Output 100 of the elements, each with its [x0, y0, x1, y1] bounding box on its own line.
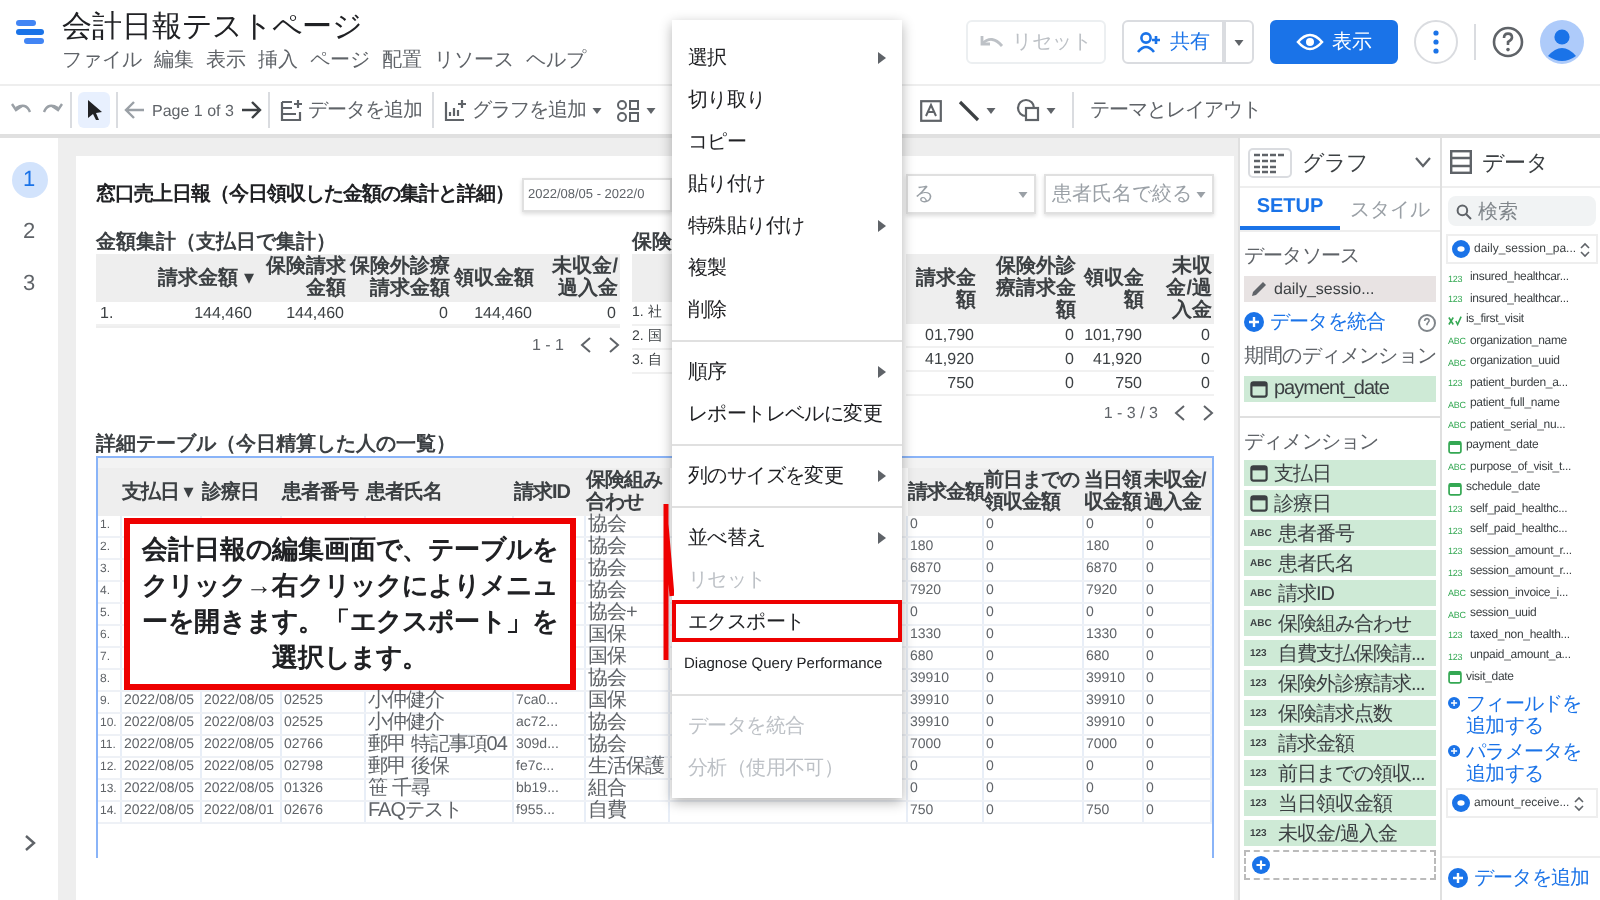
page-thumbnail[interactable]: 3: [11, 266, 47, 302]
column-header[interactable]: 請求金額: [908, 468, 984, 516]
panel-tab[interactable]: SETUP: [1240, 188, 1340, 230]
table-cell: 笹 千尋: [366, 780, 514, 800]
menu-item[interactable]: 複製: [672, 246, 902, 288]
menu-item[interactable]: 挿入: [258, 46, 298, 74]
column-header[interactable]: 保険外診療請求金額: [978, 254, 1078, 324]
menu-item[interactable]: ファイル: [62, 46, 142, 74]
dimension-chip[interactable]: 支払日: [1244, 460, 1436, 486]
menu-item[interactable]: 削除: [672, 288, 902, 330]
menu-item[interactable]: 切り取り: [672, 78, 902, 120]
shape-icon: [1016, 98, 1040, 122]
table-title: 金額集計（支払日で集計）: [96, 229, 338, 254]
table-cell: 協会: [586, 538, 670, 558]
menu-item[interactable]: ヘルプ: [526, 46, 586, 74]
column-header[interactable]: 請求金額: [906, 254, 978, 324]
table-cell: 小仲健介: [366, 714, 514, 734]
menu-item[interactable]: 選択: [672, 36, 902, 78]
calendar-icon: [1448, 670, 1462, 685]
menu-item[interactable]: 特殊貼り付け: [672, 204, 902, 246]
sort-icon: [1573, 795, 1584, 811]
menu-item[interactable]: ページ: [310, 46, 370, 74]
table-cell: 協会: [586, 736, 670, 756]
table-cell: FAQテスト: [366, 802, 514, 822]
add-data-icon: [279, 99, 302, 121]
menu-item[interactable]: コピー: [672, 120, 902, 162]
menu-item[interactable]: 編集: [154, 46, 194, 74]
menu-item[interactable]: 列のサイズを変更: [672, 454, 902, 496]
chevron-down-icon[interactable]: [1414, 156, 1432, 168]
menu-item[interactable]: 並べ替え: [672, 516, 902, 558]
column-header[interactable]: 保険組み合わせ: [586, 468, 670, 516]
data-source-chip[interactable]: daily_sessio...: [1244, 276, 1436, 302]
person-add-icon: [1136, 31, 1162, 53]
table-cell: 101,790: [1078, 324, 1146, 348]
view-button[interactable]: 表示: [1270, 20, 1398, 64]
table-cell: 0: [1146, 324, 1214, 348]
table-cell: 国保: [586, 626, 670, 646]
plus-icon: [1252, 856, 1270, 874]
column-header[interactable]: 前日までの領収金額: [984, 468, 1084, 516]
column-header[interactable]: 未収金/過入金: [536, 254, 620, 302]
table-cell: 41,920: [1078, 348, 1146, 372]
calendar-icon: [1448, 439, 1462, 454]
previous-page-icon[interactable]: [124, 100, 146, 120]
table-cell: 協会: [586, 670, 670, 690]
help-icon[interactable]: [1492, 26, 1524, 58]
expand-icon[interactable]: [24, 834, 36, 852]
calendar-icon: [1250, 464, 1268, 482]
add-dimension-field[interactable]: [1244, 850, 1436, 880]
column-header[interactable]: 未収金/過入金: [1146, 254, 1214, 324]
caret-icon: [591, 107, 602, 113]
next-page-icon[interactable]: [239, 100, 262, 120]
text-box-icon[interactable]: [920, 99, 942, 121]
page-thumbnail[interactable]: 2: [11, 214, 47, 250]
add-field-link[interactable]: フィールドを追加する: [1442, 692, 1600, 740]
column-header[interactable]: 診療日: [202, 468, 282, 516]
menu-item[interactable]: リソース: [434, 46, 514, 74]
help-icon[interactable]: [1418, 313, 1436, 331]
previous-icon[interactable]: [1174, 404, 1186, 422]
menu-item[interactable]: 順序: [672, 350, 902, 392]
column-header[interactable]: 未収金/過入金: [1144, 468, 1212, 516]
submenu-arrow-icon: [878, 219, 886, 231]
column-header[interactable]: 請求ID: [514, 468, 586, 516]
dimension-chip[interactable]: 診療日: [1244, 490, 1436, 516]
table-cell: 郵甲 後保: [366, 758, 514, 778]
menu-item[interactable]: 貼り付け: [672, 162, 902, 204]
more-icon[interactable]: [1414, 20, 1458, 64]
caret-icon: [1196, 191, 1206, 197]
column-header[interactable]: 領収金額: [452, 254, 536, 302]
blend-data-link[interactable]: データを統合: [1244, 308, 1386, 336]
column-header[interactable]: 保険請求金額: [256, 254, 348, 302]
table-cell: 協会: [586, 582, 670, 602]
column-header[interactable]: 患者番号: [282, 468, 366, 516]
column-header[interactable]: 患者氏名: [366, 468, 514, 516]
previous-icon[interactable]: [580, 336, 592, 354]
table-cell: 国保: [586, 648, 670, 668]
column-header: [632, 254, 672, 302]
table-title: 保険: [632, 230, 672, 254]
add-data-link[interactable]: データを追加: [1442, 856, 1600, 892]
next-icon[interactable]: [608, 336, 620, 354]
column-header[interactable]: 保険外診療請求金額: [348, 254, 452, 302]
column-header[interactable]: 支払日 ▾: [122, 468, 202, 516]
table-cell: 144,460: [452, 302, 536, 326]
column-header[interactable]: 当日領収金額: [1084, 468, 1144, 516]
table-cell: 0: [1146, 348, 1214, 372]
add-parameter-link[interactable]: パラメータを追加する: [1442, 740, 1600, 788]
table-cell: 41,920: [906, 348, 978, 372]
table-cell: 協会: [586, 560, 670, 580]
select-tool[interactable]: [78, 92, 110, 128]
column-header[interactable]: 請求金額 ▾: [156, 254, 256, 302]
menu-item[interactable]: 表示: [206, 46, 246, 74]
avatar-icon[interactable]: [1540, 20, 1584, 64]
menu-item[interactable]: エクスポート: [672, 600, 902, 642]
table-cell: 0: [1146, 372, 1214, 396]
dimension-chip[interactable]: payment_date: [1244, 376, 1436, 402]
menu-item[interactable]: 配置: [382, 46, 422, 74]
next-icon[interactable]: [1202, 404, 1214, 422]
share-button[interactable]: 共有: [1122, 20, 1224, 64]
table-cell: 組合: [586, 780, 670, 800]
column-header[interactable]: 領収金額: [1078, 254, 1146, 324]
menu-item[interactable]: レポートレベルに変更: [672, 392, 902, 434]
